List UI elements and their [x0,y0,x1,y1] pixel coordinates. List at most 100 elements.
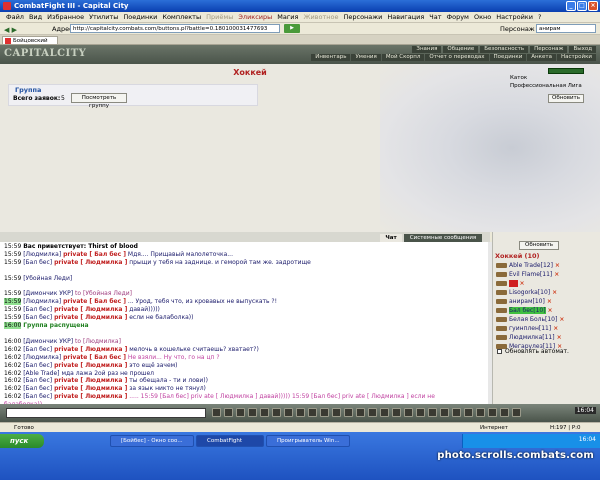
chat-nick[interactable]: [Бал бес] [23,306,52,313]
tab-fight-club[interactable]: Бойцовский клуб [2,36,58,52]
player-name[interactable]: Белая Боль[10] [509,316,557,323]
close-button[interactable]: × [588,1,598,11]
toolbar-icon[interactable] [428,408,437,417]
player-name[interactable]: Able Trade[12] [509,262,553,269]
toolbar-icon[interactable] [380,408,389,417]
player-action-icon[interactable] [496,335,507,340]
go-button[interactable]: ▶ [284,24,300,33]
auto-refresh-checkbox[interactable] [497,349,502,354]
toolbar-icon[interactable] [452,408,461,417]
toolbar-icon[interactable] [416,408,425,417]
start-button[interactable]: пуск [0,434,44,448]
player-item[interactable]: анирам[10] × [495,297,599,306]
tab-chat[interactable]: Чат [380,234,402,242]
chat-recipient[interactable]: to [Людмилка] [75,338,121,345]
player-action-icon[interactable] [496,299,507,304]
toolbar-icon[interactable] [488,408,497,417]
nav-transfer-report[interactable]: Отчет о переводах [425,54,489,61]
toolbar-icon[interactable] [344,408,353,417]
player-item[interactable]: [9] × [495,279,599,288]
menu-navigation[interactable]: Навигация [387,12,424,22]
menu-magic[interactable]: Магия [277,12,298,22]
player-remove-icon[interactable]: × [554,271,559,278]
chat-nick[interactable]: [Бал бес] [23,393,52,400]
player-name[interactable]: гуинплен[11] [509,325,551,332]
player-name[interactable]: Lisogorka[10] [509,289,550,296]
chat-recipient[interactable]: to [Убойная Леди] [75,290,132,297]
toolbar-icon[interactable] [272,408,281,417]
nav-my-scorpl[interactable]: Мой Скорпл [381,54,425,61]
menu-kits[interactable]: Комплекты [162,12,201,22]
toolbar-icon[interactable] [248,408,257,417]
chat-nick[interactable]: [Димончик УКР] [23,290,73,297]
player-name[interactable]: анирам[10] [509,298,545,305]
player-action-icon[interactable] [496,263,507,268]
player-item[interactable]: Людмилка[11] × [495,333,599,342]
toolbar-icon[interactable] [236,408,245,417]
toolbar-icon[interactable] [296,408,305,417]
toolbar-icon[interactable] [260,408,269,417]
category-pro-league[interactable]: Профессиональная Лига [510,82,598,90]
chat-nick[interactable]: [Able Trade] [23,370,59,377]
toolbar-icon[interactable] [392,408,401,417]
player-item[interactable]: Белая Боль[10] × [495,315,599,324]
chat-input[interactable] [6,408,206,418]
menu-characters[interactable]: Персонажи [343,12,382,22]
player-name[interactable]: Людмилка[11] [509,334,555,341]
player-item[interactable]: гуинплен[11] × [495,324,599,333]
nav-security[interactable]: Безопасность [480,46,529,53]
taskbar-button-player[interactable]: Проигрыватель Win... [266,435,350,447]
player-item[interactable]: Evil Flame[11] × [495,270,599,279]
player-action-icon[interactable] [496,326,507,331]
toolbar-icon[interactable] [500,408,509,417]
chat-nick[interactable]: [Бал бес] [23,385,52,392]
nav-fights[interactable]: Поединки [489,54,527,61]
nav-exit[interactable]: Выход [569,46,596,53]
tab-system-messages[interactable]: Системные сообщения [404,234,482,242]
menu-fights[interactable]: Поединки [123,12,157,22]
toolbar-icon[interactable] [320,408,329,417]
menu-chat[interactable]: Чат [429,12,441,22]
chat-private-tag[interactable]: private [ Бал бес ] [63,354,126,361]
toolbar-icon[interactable] [212,408,221,417]
player-action-icon[interactable] [496,281,507,286]
nav-communication[interactable]: Общение [443,46,479,53]
toolbar-icon[interactable] [368,408,377,417]
nav-skills[interactable]: Умения [351,54,381,61]
menu-favorites[interactable]: Избранное [47,12,84,22]
chat-nick[interactable]: [Бал бес] [23,377,52,384]
chat-private-tag[interactable]: private [ Бал бес ] [63,298,126,305]
chat-private-tag[interactable]: private [ Людмилка ] [54,393,127,400]
chat-private-tag[interactable]: private [ Людмилка ] [54,306,127,313]
menu-animal[interactable]: Животное [303,12,338,22]
menu-utilities[interactable]: Утилиты [89,12,118,22]
chat-private-tag[interactable]: private [ Людмилка ] [54,346,127,353]
player-name[interactable]: Evil Flame[11] [509,271,552,278]
player-item[interactable]: Бал бес[10] × [495,306,599,315]
chat-private-tag[interactable]: private [ Людмилка ] [54,377,127,384]
chat-nick[interactable]: [Бал бес] [23,259,52,266]
player-name[interactable]: Бал бес[10] [509,307,546,314]
player-remove-icon[interactable]: × [520,280,525,287]
toolbar-icon[interactable] [404,408,413,417]
menu-view[interactable]: Вид [29,12,42,22]
chat-private-tag[interactable]: private [ Людмилка ] [54,259,127,266]
chat-nick[interactable]: [Людмилка] [23,354,61,361]
auto-refresh-toggle[interactable]: Обновлять автомат. [497,348,569,355]
menu-settings[interactable]: Настройки [496,12,533,22]
nav-profile[interactable]: Анкета [527,54,556,61]
nav-settings[interactable]: Настройки [556,54,596,61]
player-remove-icon[interactable]: × [552,289,557,296]
menu-elixirs[interactable]: Эликсиры [238,12,272,22]
toolbar-icon[interactable] [224,408,233,417]
player-remove-icon[interactable]: × [555,262,560,269]
toolbar-icon[interactable] [464,408,473,417]
toolbar-icon[interactable] [284,408,293,417]
menu-help[interactable]: ? [538,12,541,22]
toolbar-icon[interactable] [512,408,521,417]
taskbar-button-combatfight[interactable]: CombatFight [196,435,264,447]
chat-nick[interactable]: [Бал бес] [23,362,52,369]
address-input[interactable]: http://capitalcity.combats.com/buttons.p… [70,24,280,33]
toolbar-icon[interactable] [356,408,365,417]
menu-window[interactable]: Окно [474,12,491,22]
